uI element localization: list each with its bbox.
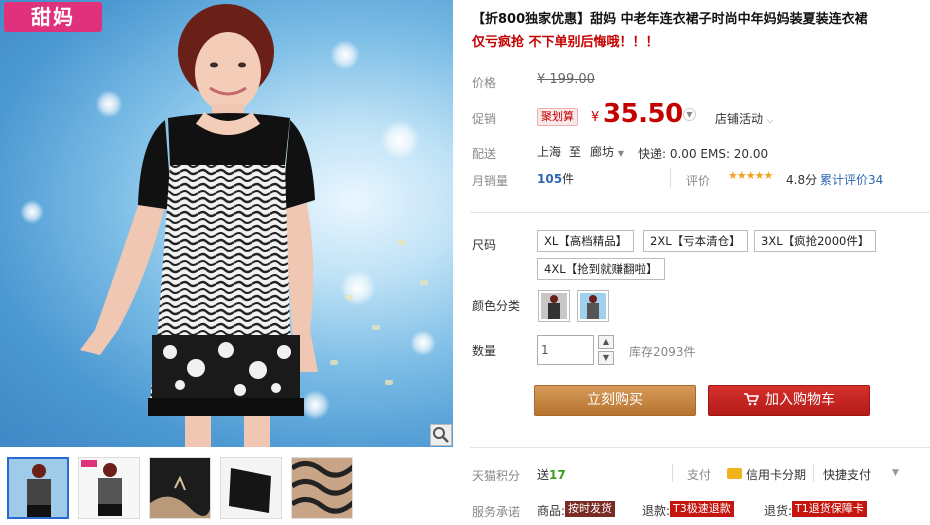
payment-label: 支付 xyxy=(687,468,712,482)
price-currency: ¥ xyxy=(591,110,600,125)
divider xyxy=(470,447,930,448)
add-to-cart-button[interactable]: 加入购物车 xyxy=(708,385,870,416)
magnifier-icon xyxy=(433,427,449,443)
original-price: ¥ 199.00 xyxy=(537,72,595,87)
promo-badge: 聚划算 xyxy=(537,108,578,126)
promo-label: 促销 xyxy=(472,112,497,126)
add-to-cart-label: 加入购物车 xyxy=(765,392,835,408)
service-tag-refund[interactable]: T3极速退款 xyxy=(670,501,734,517)
thumbnail-1[interactable] xyxy=(7,457,69,519)
store-activity-label: 店铺活动 xyxy=(715,112,764,126)
brand-logo: 甜妈 xyxy=(4,2,102,32)
total-reviews-link[interactable]: 累计评价34 xyxy=(820,171,883,188)
current-price: 35.50 xyxy=(603,99,683,129)
stock-count: 库存2093件 xyxy=(629,345,696,359)
model-wearing-dress-illustration xyxy=(80,4,318,447)
divider xyxy=(670,168,671,188)
service-return-label: 退货: xyxy=(764,504,793,518)
zoom-button[interactable] xyxy=(430,424,452,446)
size-option-3xl[interactable]: 3XL【疯抢2000件】 xyxy=(754,230,877,252)
sales-count: 105 xyxy=(537,172,563,186)
color-swatch-1[interactable] xyxy=(538,290,570,322)
caret-down-icon: ▼ xyxy=(617,149,624,158)
thumbnail-5[interactable] xyxy=(291,457,353,519)
divider xyxy=(813,464,814,482)
chevron-down-icon: ⌵ xyxy=(766,116,774,126)
size-label: 尺码 xyxy=(472,238,497,252)
ship-to-word: 至 xyxy=(569,145,582,159)
credit-installment-option[interactable]: 信用卡分期 xyxy=(746,466,806,483)
rating-score: 4.8分 xyxy=(786,173,818,187)
ship-destination-dropdown[interactable]: 廊坊 ▼ xyxy=(590,143,624,160)
store-activity-dropdown[interactable]: 店铺活动 ⌵ xyxy=(715,110,774,127)
cart-icon xyxy=(744,393,760,406)
points-label: 天猫积分 xyxy=(472,469,521,483)
size-option-xl[interactable]: XL【高档精品】 xyxy=(537,230,635,252)
monthly-sales-label: 月销量 xyxy=(472,174,509,188)
shipping-label: 配送 xyxy=(472,147,497,161)
quantity-label: 数量 xyxy=(472,344,497,358)
divider xyxy=(470,212,930,213)
product-gallery: 甜妈 xyxy=(0,0,455,525)
divider xyxy=(672,464,673,482)
service-label: 服务承诺 xyxy=(472,505,521,519)
product-title: 【折800独家优惠】甜妈 中老年连衣裙子时尚中年妈妈装夏装连衣裙 xyxy=(472,12,868,27)
buy-now-button[interactable]: 立刻购买 xyxy=(534,385,696,416)
monthly-sales-value: 105件 xyxy=(537,170,574,187)
color-swatch-2[interactable] xyxy=(577,290,609,322)
service-goods-label: 商品: xyxy=(537,504,566,518)
sales-unit: 件 xyxy=(562,172,575,186)
shipping-fees: 快递: 0.00 EMS: 20.00 xyxy=(638,147,769,161)
color-label: 颜色分类 xyxy=(472,299,521,313)
points-prefix: 送 xyxy=(537,468,550,482)
ship-destination: 廊坊 xyxy=(590,145,615,159)
product-info-panel: 【折800独家优惠】甜妈 中老年连衣裙子时尚中年妈妈装夏装连衣裙 仅亏疯抢 不下… xyxy=(470,0,930,525)
rating-label: 评价 xyxy=(686,174,711,188)
chevron-down-icon: ▼ xyxy=(686,110,693,119)
thumbnail-3[interactable] xyxy=(149,457,211,519)
size-option-4xl[interactable]: 4XL【抢到就赚翻啦】 xyxy=(537,258,665,280)
service-refund-label: 退款: xyxy=(642,504,671,518)
product-subtitle: 仅亏疯抢 不下单别后悔哦！！！ xyxy=(472,35,659,50)
payment-expand-chevron-icon[interactable]: ▼ xyxy=(892,468,899,478)
thumbnail-strip xyxy=(7,457,353,519)
thumbnail-4[interactable] xyxy=(220,457,282,519)
size-option-2xl[interactable]: 2XL【亏本清仓】 xyxy=(643,230,748,252)
service-tag-ontime[interactable]: 按时发货 xyxy=(565,501,615,517)
price-label: 价格 xyxy=(472,76,497,90)
quantity-decrease-button[interactable]: ▼ xyxy=(598,351,614,365)
star-rating: ★★★★★ xyxy=(728,169,773,182)
thumbnail-2[interactable] xyxy=(78,457,140,519)
main-product-image[interactable]: 甜妈 xyxy=(0,0,453,447)
credit-card-icon xyxy=(727,468,742,479)
ship-from: 上海 xyxy=(537,145,562,159)
quantity-input[interactable]: 1 xyxy=(537,335,594,365)
points-number: 17 xyxy=(549,468,566,482)
service-tag-return[interactable]: T1退货保障卡 xyxy=(792,501,867,517)
quantity-increase-button[interactable]: ▲ xyxy=(598,335,614,349)
quick-pay-option[interactable]: 快捷支付 xyxy=(823,466,871,483)
points-value: 送17 xyxy=(537,466,566,483)
price-expand-button[interactable]: ▼ xyxy=(683,108,696,121)
